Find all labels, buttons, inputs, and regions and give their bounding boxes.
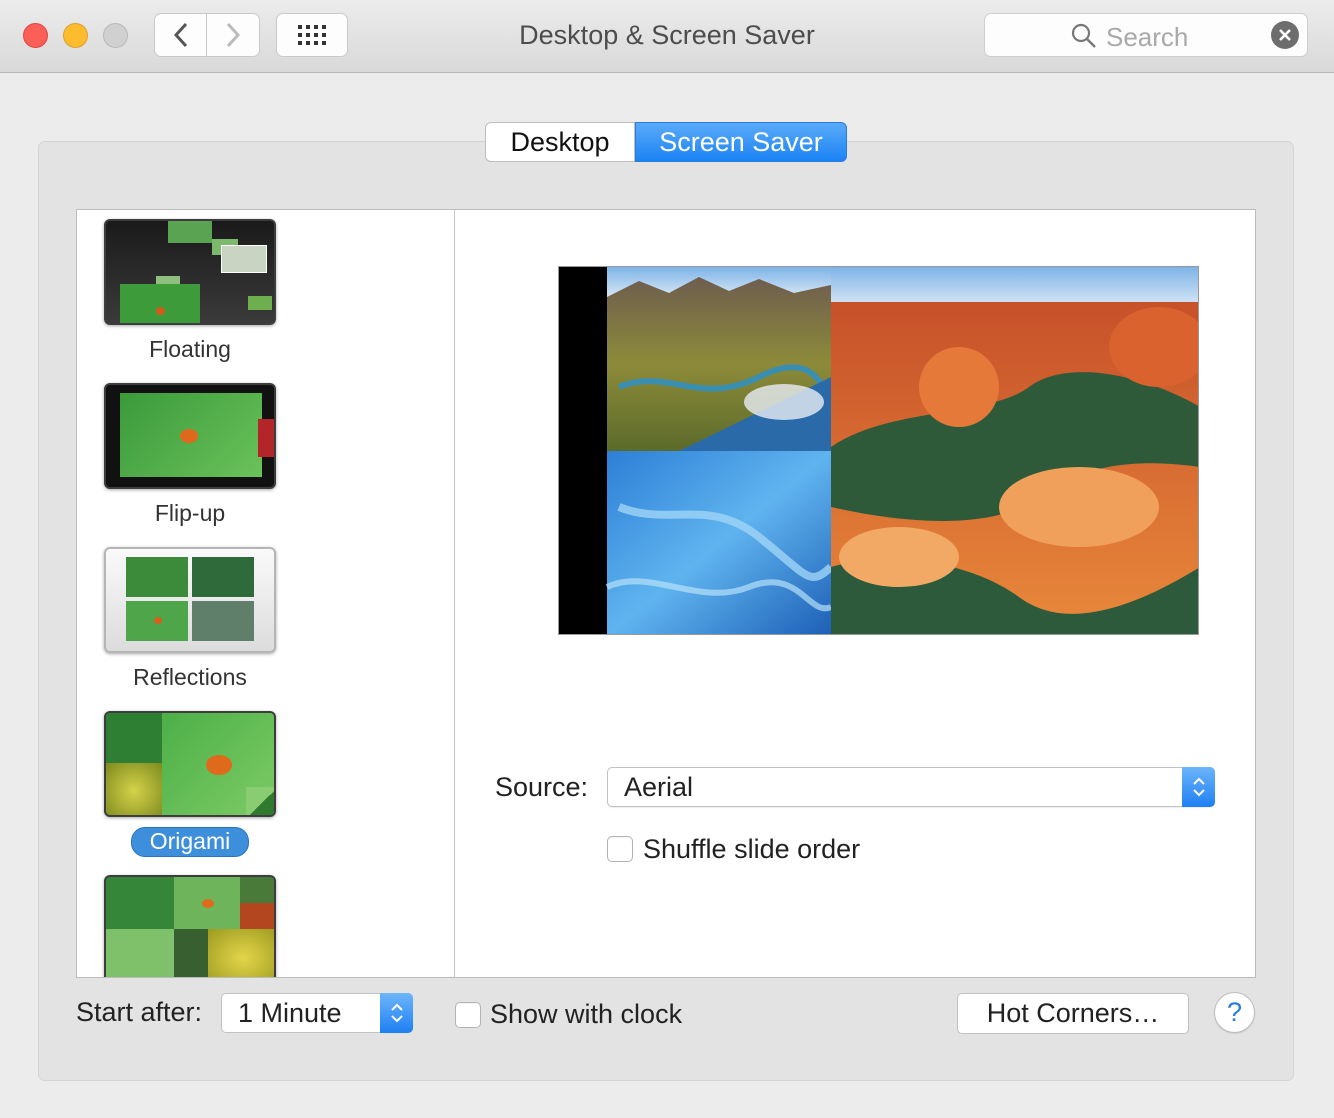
screensaver-item-mosaic[interactable] — [104, 875, 276, 977]
shuffle-label: Shuffle slide order — [643, 834, 861, 864]
mosaic-thumbnail — [104, 875, 276, 977]
origami-thumbnail — [104, 711, 276, 817]
flip-up-thumbnail — [104, 383, 276, 489]
show-clock-checkbox[interactable] — [455, 1002, 481, 1028]
start-after-label: Start after: — [76, 997, 203, 1027]
search-icon — [1071, 23, 1096, 48]
tab-bar: Desktop Screen Saver — [485, 122, 847, 162]
reflections-thumbnail — [104, 547, 276, 653]
search-input[interactable] — [1106, 22, 1246, 53]
source-value: Aerial — [624, 772, 694, 802]
source-label: Source: — [495, 772, 589, 802]
updown-arrows-icon — [1182, 767, 1215, 807]
clear-search-icon[interactable] — [1271, 21, 1299, 49]
preview-area: Source: Aerial Shuffle slide order — [454, 209, 1256, 978]
screensaver-label: Flip-up — [154, 500, 226, 526]
start-after-value: 1 Minute — [238, 998, 342, 1028]
shuffle-checkbox[interactable] — [607, 836, 633, 862]
title-bar: Desktop & Screen Saver — [0, 0, 1334, 73]
screensaver-item-flip-up[interactable]: Flip-up — [104, 383, 276, 528]
floating-thumbnail — [104, 219, 276, 325]
screensaver-item-reflections[interactable]: Reflections — [104, 547, 276, 692]
screensaver-preview — [558, 266, 1199, 635]
tab-desktop[interactable]: Desktop — [485, 122, 635, 162]
updown-arrows-icon — [380, 993, 413, 1033]
screensaver-label: Floating — [149, 336, 231, 362]
source-popup[interactable]: Aerial — [607, 767, 1215, 807]
screensaver-list[interactable]: Floating Flip-up Reflections Origami — [76, 209, 455, 978]
screensaver-label-selected: Origami — [104, 826, 276, 857]
screensaver-label: Reflections — [133, 664, 247, 690]
preview-image — [559, 267, 1198, 634]
start-after-popup[interactable]: 1 Minute — [221, 993, 413, 1033]
hot-corners-button[interactable]: Hot Corners… — [957, 993, 1189, 1034]
search-field[interactable] — [984, 13, 1308, 57]
screensaver-item-origami[interactable]: Origami — [104, 711, 276, 857]
show-clock-label: Show with clock — [490, 999, 683, 1029]
help-button[interactable]: ? — [1214, 992, 1255, 1033]
screensaver-item-floating[interactable]: Floating — [104, 219, 276, 364]
tab-screen-saver[interactable]: Screen Saver — [635, 122, 847, 162]
